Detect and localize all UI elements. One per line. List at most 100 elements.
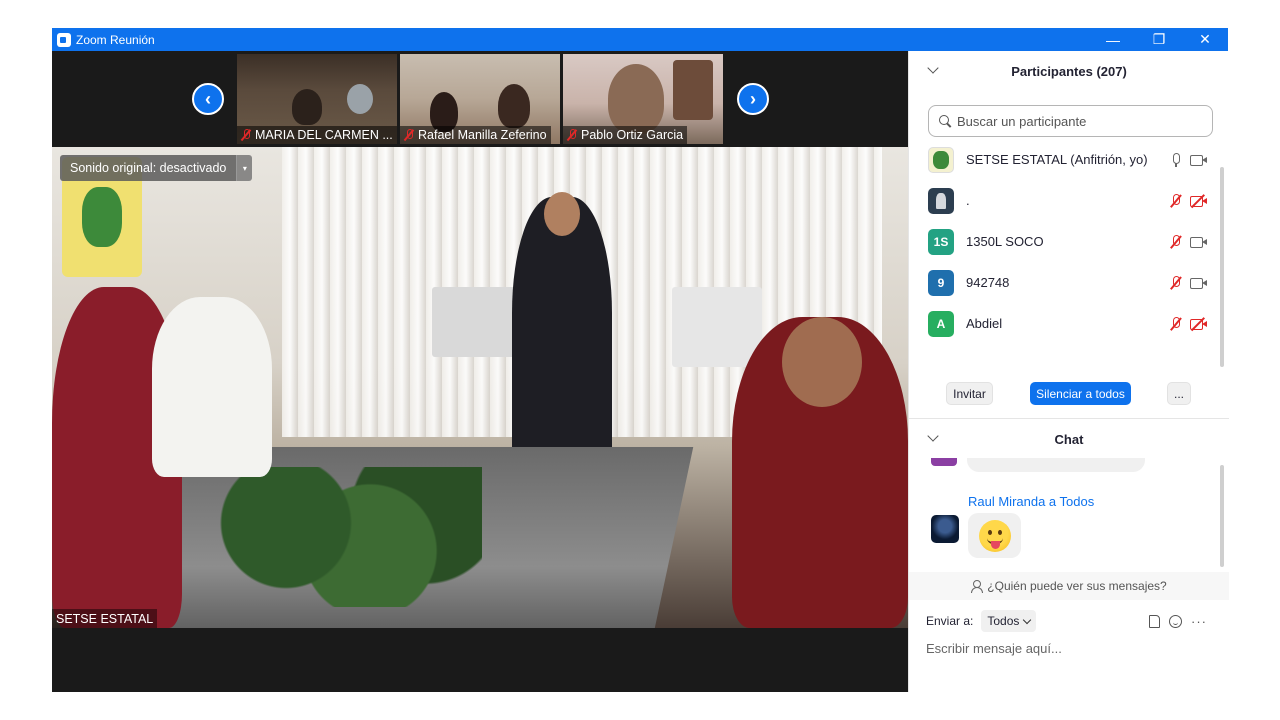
thumbnail-name: Pablo Ortiz Garcia — [581, 128, 684, 142]
participant-figure — [608, 64, 664, 134]
participant-name: . — [966, 193, 970, 208]
mute-all-button[interactable]: Silenciar a todos — [1030, 382, 1131, 405]
chat-message-input[interactable] — [926, 638, 1216, 658]
participants-header: Participantes (207) — [909, 51, 1229, 91]
avatar — [928, 187, 954, 214]
emoji-icon[interactable] — [1169, 615, 1182, 628]
thumbnail-name-label: MARIA DEL CARMEN ... — [237, 126, 397, 144]
send-to-row: Enviar a: Todos — [926, 608, 1037, 634]
invite-button[interactable]: Invitar — [946, 382, 993, 405]
thumbnail-video[interactable]: Pablo Ortiz Garcia — [563, 54, 723, 144]
chat-title: Chat — [1054, 431, 1084, 447]
participant-list: SETSE ESTATAL (Anfitrión, yo) . 1S 1350L… — [909, 139, 1229, 344]
tongue-emoji-icon — [978, 519, 1011, 552]
mic-muted-icon[interactable] — [1170, 234, 1182, 249]
avatar — [931, 515, 959, 543]
chat-header: Chat — [909, 419, 1229, 459]
window-title: Zoom Reunión — [76, 32, 155, 47]
thumbnail-name-label: Pablo Ortiz Garcia — [563, 126, 688, 144]
thumbnail-video[interactable]: MARIA DEL CARMEN ... — [237, 54, 397, 144]
appliance-box — [672, 287, 762, 367]
participant-search[interactable] — [928, 105, 1213, 137]
chevron-down-icon — [1023, 615, 1032, 624]
participants-title: Participantes (207) — [1011, 63, 1127, 79]
fan-shape — [347, 84, 373, 114]
avatar — [931, 458, 957, 466]
logo-emblem-icon — [82, 187, 122, 247]
attendee-head — [782, 317, 862, 407]
speaker-head — [544, 192, 580, 236]
mic-muted-icon[interactable] — [1170, 193, 1182, 208]
file-icon[interactable] — [1149, 615, 1160, 628]
person-silhouette-icon — [936, 192, 946, 209]
search-icon — [939, 115, 951, 127]
video-off-icon[interactable] — [1190, 316, 1207, 331]
video-camera-icon[interactable] — [1190, 154, 1207, 166]
shelf-shape — [673, 60, 713, 120]
thumbnail-name: MARIA DEL CARMEN ... — [255, 128, 393, 142]
more-options-button[interactable]: ... — [1167, 382, 1191, 405]
participant-name: 942748 — [966, 275, 1010, 290]
main-speaker-video: Sonido original: desactivado ▾ — [52, 147, 908, 628]
logo-emblem-icon — [933, 150, 949, 169]
thumbnail-video[interactable]: Rafael Manilla Zeferino — [400, 54, 560, 144]
title-bar: Zoom Reunión — ❐ ✕ — [52, 28, 1228, 51]
send-to-select[interactable]: Todos — [981, 610, 1037, 632]
participant-scrollbar[interactable] — [1220, 167, 1224, 367]
who-can-see-link[interactable]: ¿Quién puede ver sus mensajes? — [909, 572, 1229, 600]
participant-name: SETSE ESTATAL (Anfitrión, yo) — [966, 152, 1148, 167]
mic-muted-icon[interactable] — [1170, 316, 1182, 331]
participant-row[interactable]: 1S 1350L SOCO — [909, 221, 1229, 262]
message-bubble — [967, 458, 1145, 472]
who-can-see-text: ¿Quién puede ver sus mensajes? — [987, 579, 1167, 593]
zoom-window: Zoom Reunión — ❐ ✕ ‹ MARIA DEL CARMEN ..… — [52, 28, 1229, 692]
participant-row[interactable]: . — [909, 180, 1229, 221]
chevron-left-icon: ‹ — [205, 88, 211, 109]
original-sound-label[interactable]: Sonido original: desactivado — [60, 155, 237, 181]
mic-muted-icon[interactable] — [1170, 275, 1182, 290]
window-controls: — ❐ ✕ — [1090, 28, 1228, 51]
gallery-prev-button[interactable]: ‹ — [192, 83, 224, 115]
participant-row[interactable]: A Abdiel — [909, 303, 1229, 344]
send-to-value: Todos — [987, 614, 1020, 628]
chevron-down-icon[interactable] — [927, 430, 939, 442]
video-camera-icon[interactable] — [1190, 277, 1207, 289]
message-sender[interactable]: Raul Miranda a Todos — [968, 494, 1094, 509]
mic-icon[interactable] — [1170, 152, 1182, 167]
video-camera-icon[interactable] — [1190, 236, 1207, 248]
minimize-button[interactable]: — — [1090, 28, 1136, 51]
mic-muted-icon — [241, 129, 251, 141]
chat-tools: ··· — [1149, 614, 1207, 629]
chevron-right-icon: › — [750, 88, 756, 109]
avatar — [928, 146, 954, 173]
participant-figure — [498, 84, 530, 128]
participant-name: Abdiel — [966, 316, 1003, 331]
thumbnail-strip: MARIA DEL CARMEN ... Rafael Manilla Zefe… — [237, 54, 723, 144]
search-input[interactable] — [957, 113, 1197, 129]
chevron-down-icon[interactable]: ▾ — [236, 155, 253, 181]
avatar: 9 — [928, 269, 954, 296]
video-off-icon[interactable] — [1190, 193, 1207, 208]
chevron-down-icon[interactable] — [927, 62, 939, 74]
close-button[interactable]: ✕ — [1182, 28, 1228, 51]
original-sound-toggle[interactable]: Sonido original: desactivado ▾ — [60, 155, 253, 181]
gallery-next-button[interactable]: › — [737, 83, 769, 115]
message-bubble — [968, 513, 1021, 558]
attendee-figure — [152, 297, 272, 477]
participant-row[interactable]: SETSE ESTATAL (Anfitrión, yo) — [909, 139, 1229, 180]
participant-actions: Invitar Silenciar a todos ... — [909, 382, 1229, 406]
participant-name: 1350L SOCO — [966, 234, 1044, 249]
chat-scrollbar[interactable] — [1220, 465, 1224, 567]
participant-row[interactable]: 9 942748 — [909, 262, 1229, 303]
participant-figure — [292, 89, 322, 125]
avatar: 1S — [928, 228, 954, 255]
speaker-figure — [512, 197, 612, 487]
restore-button[interactable]: ❐ — [1136, 28, 1182, 51]
speaker-name-label: SETSE ESTATAL — [52, 609, 158, 628]
mic-muted-icon — [404, 129, 414, 141]
avatar: A — [928, 310, 954, 337]
side-panel: Participantes (207) SETSE ESTATAL (Anfit… — [908, 51, 1229, 692]
mic-muted-icon — [567, 129, 577, 141]
more-icon[interactable]: ··· — [1191, 614, 1207, 629]
chat-messages: Raul Miranda a Todos — [909, 458, 1229, 568]
